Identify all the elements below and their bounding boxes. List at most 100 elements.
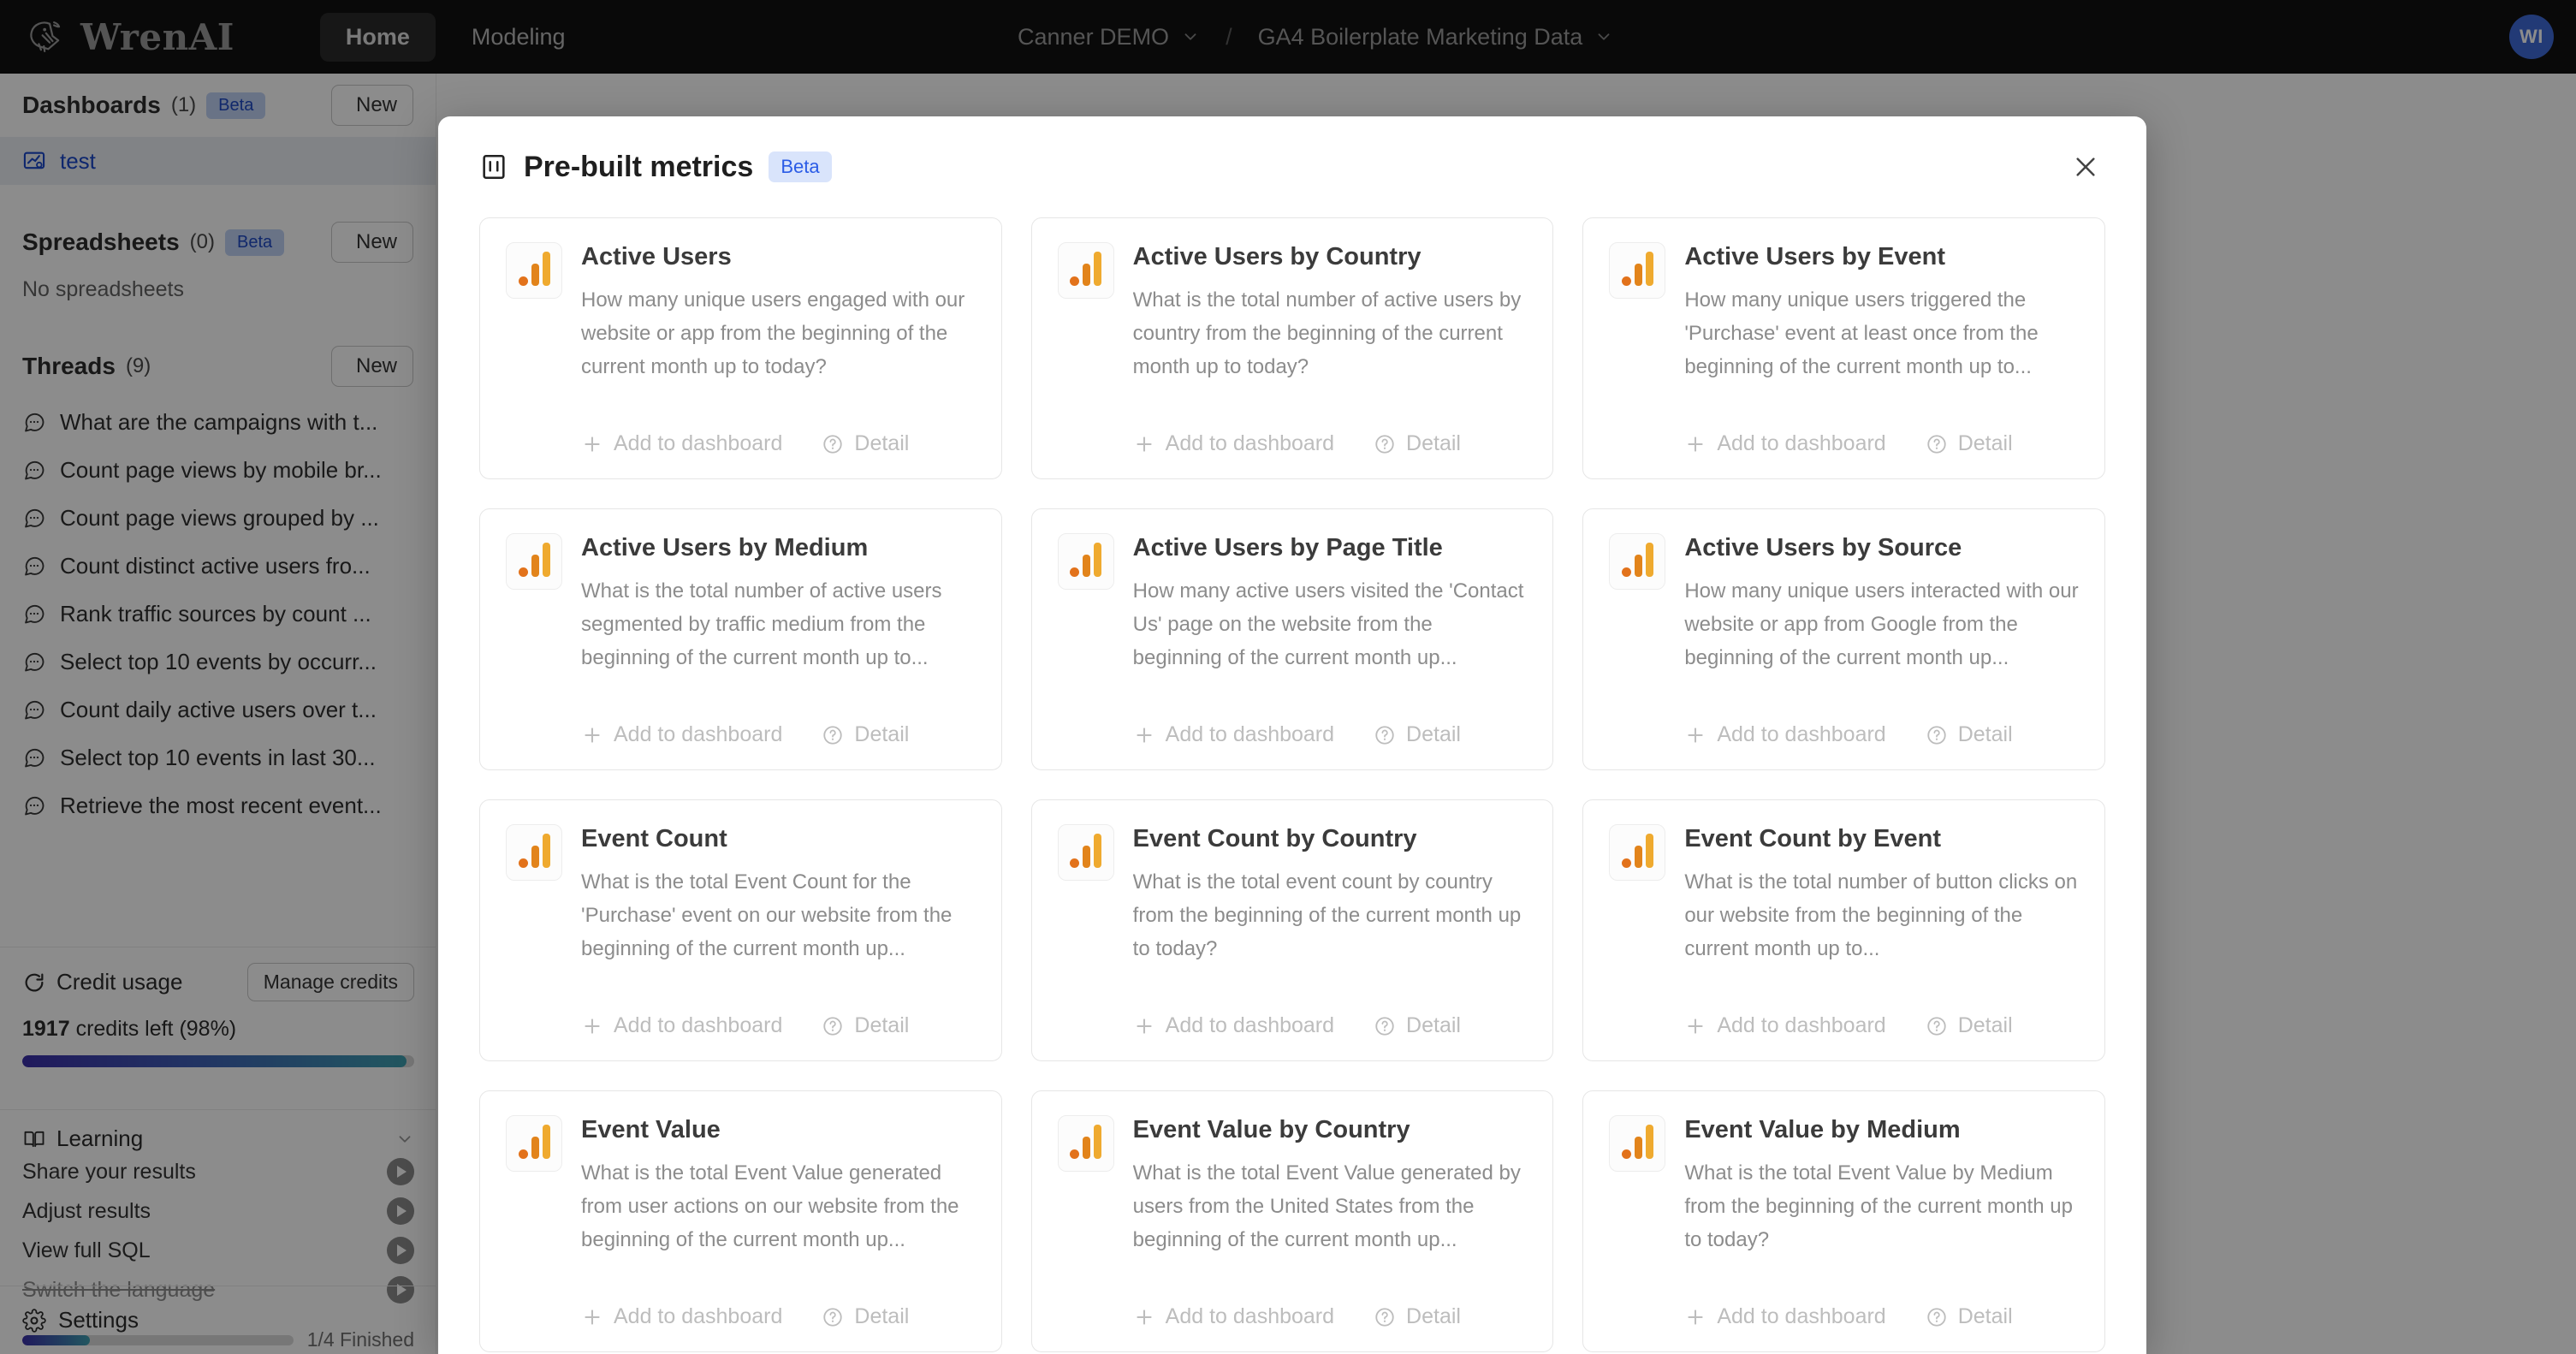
- metric-card[interactable]: Event Count by Event What is the total nu…: [1582, 799, 2105, 1061]
- metric-card-text: Event Count by Event What is the total nu…: [1684, 824, 2079, 965]
- metric-card-description: What is the total number of active users…: [1132, 288, 1522, 378]
- detail-button[interactable]: Detail: [1926, 722, 2013, 747]
- metric-card-text: Event Value by Medium What is the total E…: [1684, 1115, 2079, 1256]
- plus-icon: [1688, 1018, 1703, 1034]
- detail-button[interactable]: Detail: [822, 1013, 909, 1038]
- add-to-dashboard-label: Add to dashboard: [1717, 722, 1886, 746]
- detail-button[interactable]: Detail: [1374, 1013, 1461, 1038]
- metric-card-description: What is the total number of button click…: [1684, 870, 2078, 960]
- metric-card[interactable]: Event Value by Medium What is the total E…: [1582, 1090, 2105, 1352]
- metric-card-actions: Add to dashboard Detail: [1609, 1304, 2079, 1351]
- bar-chart-icon: [506, 533, 562, 590]
- add-to-dashboard-button[interactable]: Add to dashboard: [1133, 722, 1334, 747]
- bar-chart-icon: [506, 824, 562, 881]
- add-to-dashboard-button[interactable]: Add to dashboard: [1684, 1304, 1886, 1329]
- detail-button[interactable]: Detail: [1374, 722, 1461, 747]
- detail-label: Detail: [1406, 1304, 1461, 1328]
- metric-card[interactable]: Event Value by Country What is the total …: [1030, 1090, 1554, 1352]
- metric-card-title: Event Count by Event: [1684, 825, 1942, 852]
- detail-button[interactable]: Detail: [1374, 431, 1461, 456]
- metric-card-description: What is the total Event Count for the 'P…: [581, 870, 953, 960]
- metric-card-actions: Add to dashboard Detail: [1058, 431, 1528, 478]
- metric-card-actions: Add to dashboard Detail: [1058, 1304, 1528, 1351]
- metric-card[interactable]: Active Users How many unique users engage…: [479, 217, 1002, 479]
- add-to-dashboard-button[interactable]: Add to dashboard: [581, 1013, 782, 1038]
- metric-card-text: Event Value What is the total Event Value…: [581, 1115, 976, 1256]
- bar-chart-icon: [1609, 533, 1666, 590]
- question-circle-icon: [1375, 1016, 1394, 1036]
- add-to-dashboard-label: Add to dashboard: [1165, 1304, 1335, 1328]
- question-circle-icon: [823, 1307, 843, 1327]
- metric-card-title: Event Value by Country: [1132, 1116, 1410, 1143]
- metric-card-top: Event Value by Medium What is the total E…: [1609, 1115, 2079, 1256]
- question-circle-icon: [823, 725, 843, 745]
- metric-card-actions: Add to dashboard Detail: [1058, 722, 1528, 769]
- detail-button[interactable]: Detail: [1926, 1304, 2013, 1329]
- metric-card-description: What is the total Event Value by Medium …: [1684, 1161, 2073, 1251]
- metric-card-title: Active Users by Country: [1132, 243, 1422, 270]
- close-icon[interactable]: [2066, 147, 2105, 187]
- detail-button[interactable]: Detail: [822, 431, 909, 456]
- add-to-dashboard-button[interactable]: Add to dashboard: [1133, 1013, 1334, 1038]
- metric-card-actions: Add to dashboard Detail: [1609, 431, 2079, 478]
- metric-card-text: Active Users by Event How many unique use…: [1684, 242, 2079, 383]
- plus-icon: [1137, 1018, 1152, 1034]
- add-to-dashboard-button[interactable]: Add to dashboard: [1684, 722, 1886, 747]
- detail-button[interactable]: Detail: [822, 722, 909, 747]
- add-to-dashboard-label: Add to dashboard: [614, 722, 783, 746]
- detail-button[interactable]: Detail: [1926, 431, 2013, 456]
- bar-chart-icon: [1609, 1115, 1666, 1172]
- metric-card-text: Active Users by Source How many unique us…: [1684, 533, 2079, 674]
- bar-chart-icon: [1057, 242, 1114, 299]
- metric-card[interactable]: Event Count What is the total Event Count…: [479, 799, 1002, 1061]
- detail-button[interactable]: Detail: [822, 1304, 909, 1329]
- add-to-dashboard-button[interactable]: Add to dashboard: [581, 431, 782, 456]
- add-to-dashboard-label: Add to dashboard: [614, 431, 783, 455]
- add-to-dashboard-button[interactable]: Add to dashboard: [1133, 431, 1334, 456]
- close-x-icon: [2076, 157, 2095, 176]
- add-to-dashboard-button[interactable]: Add to dashboard: [581, 722, 782, 747]
- question-circle-icon: [1927, 1307, 1946, 1327]
- metric-card-title: Active Users by Source: [1684, 534, 1962, 561]
- metric-card-top: Event Count What is the total Event Count…: [506, 824, 976, 965]
- add-to-dashboard-button[interactable]: Add to dashboard: [1684, 431, 1886, 456]
- prebuilt-metrics-modal: Pre-built metrics Beta Active Users How m…: [438, 116, 2146, 1354]
- plus-icon: [1688, 436, 1703, 452]
- add-to-dashboard-button[interactable]: Add to dashboard: [1133, 1304, 1334, 1329]
- question-circle-icon: [1375, 434, 1394, 454]
- add-to-dashboard-button[interactable]: Add to dashboard: [1684, 1013, 1886, 1038]
- plus-icon: [585, 1018, 600, 1034]
- metric-card[interactable]: Active Users by Medium What is the total …: [479, 508, 1002, 770]
- metric-card[interactable]: Active Users by Event How many unique use…: [1582, 217, 2105, 479]
- metric-card-title: Active Users by Medium: [581, 534, 869, 561]
- add-to-dashboard-label: Add to dashboard: [1165, 722, 1335, 746]
- question-circle-icon: [1927, 1016, 1946, 1036]
- metric-card-actions: Add to dashboard Detail: [506, 1304, 976, 1351]
- metric-card-description: How many unique users engaged with our w…: [581, 288, 965, 378]
- metric-card-text: Active Users How many unique users engage…: [581, 242, 976, 383]
- bar-chart-icon: [506, 1115, 562, 1172]
- metric-card[interactable]: Active Users by Country What is the total…: [1030, 217, 1554, 479]
- metric-card-actions: Add to dashboard Detail: [1058, 1013, 1528, 1060]
- add-to-dashboard-label: Add to dashboard: [1717, 431, 1886, 455]
- add-to-dashboard-button[interactable]: Add to dashboard: [581, 1304, 782, 1329]
- metric-card-top: Active Users by Source How many unique us…: [1609, 533, 2079, 674]
- metric-card[interactable]: Active Users by Page Title How many activ…: [1030, 508, 1554, 770]
- metric-card[interactable]: Event Value What is the total Event Value…: [479, 1090, 1002, 1352]
- detail-label: Detail: [854, 722, 910, 746]
- bar-chart-icon: [1609, 824, 1666, 881]
- plus-icon: [1137, 1309, 1152, 1325]
- metric-card-description: How many unique users interacted with ou…: [1684, 579, 2079, 669]
- detail-label: Detail: [1957, 722, 2013, 746]
- metric-card-actions: Add to dashboard Detail: [1609, 722, 2079, 769]
- detail-label: Detail: [1957, 1304, 2013, 1328]
- metric-card[interactable]: Active Users by Source How many unique us…: [1582, 508, 2105, 770]
- metric-card-title: Event Count by Country: [1132, 825, 1417, 852]
- metric-card-title: Active Users by Event: [1684, 243, 1945, 270]
- detail-button[interactable]: Detail: [1926, 1013, 2013, 1038]
- metric-card-text: Event Value by Country What is the total …: [1133, 1115, 1528, 1256]
- detail-button[interactable]: Detail: [1374, 1304, 1461, 1329]
- metric-card[interactable]: Event Count by Country What is the total …: [1030, 799, 1554, 1061]
- metric-card-top: Active Users by Medium What is the total …: [506, 533, 976, 674]
- detail-label: Detail: [1406, 722, 1461, 746]
